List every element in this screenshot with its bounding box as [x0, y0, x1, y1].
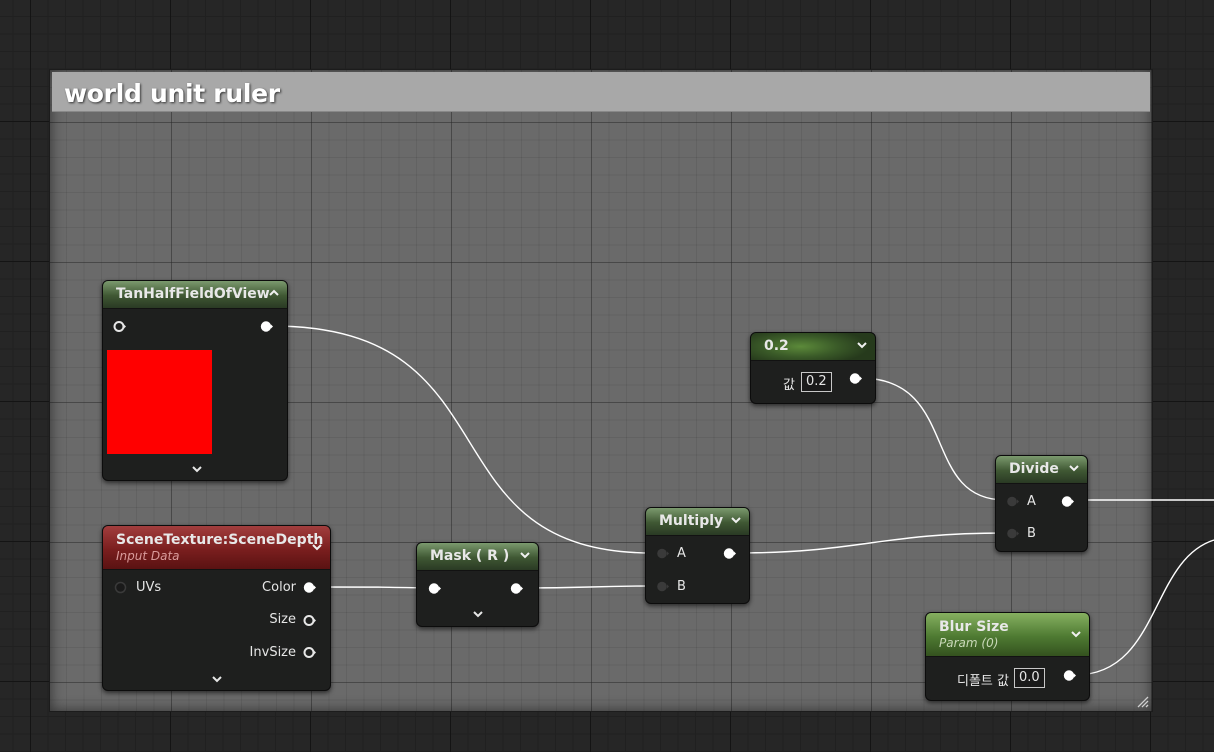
input-pin-icon[interactable]: [113, 320, 126, 333]
wire-color-to-mask: [315, 586, 429, 589]
pin-label-size: Size: [269, 612, 296, 627]
output-pin-color-icon[interactable]: [303, 581, 316, 594]
value-label: 값: [783, 378, 795, 393]
wire-blur-out: [1074, 539, 1214, 676]
node-title: 0.2: [764, 338, 789, 354]
output-pin-invsize-icon[interactable]: [303, 646, 316, 659]
pin-label-invsize: InvSize: [249, 645, 296, 660]
node-subtitle: Param (0): [939, 636, 999, 650]
node-title: Mask ( R ): [430, 548, 510, 564]
collapse-chevron-down-icon[interactable]: [1069, 627, 1083, 641]
input-pin-a-icon[interactable]: [1006, 495, 1019, 508]
collapse-chevron-down-icon[interactable]: [518, 548, 532, 562]
pin-label-a: A: [1027, 494, 1036, 509]
pin-label-b: B: [677, 579, 686, 594]
node-header[interactable]: Blur Size Param (0): [926, 613, 1089, 657]
node-header[interactable]: TanHalfFieldOfView: [103, 281, 287, 309]
node-header[interactable]: Divide: [996, 456, 1087, 484]
node-blur-size-param[interactable]: Blur Size Param (0) 디폴트 값 0.0: [925, 612, 1090, 701]
input-pin-icon[interactable]: [428, 582, 441, 595]
node-scene-texture-depth[interactable]: SceneTexture:SceneDepth Input Data UVs C…: [102, 525, 331, 691]
node-mask-r[interactable]: Mask ( R ): [416, 542, 539, 627]
node-header[interactable]: 0.2: [751, 333, 875, 361]
input-pin-b-icon[interactable]: [656, 580, 669, 593]
expand-chevron-down-icon[interactable]: [190, 465, 204, 475]
collapse-chevron-down-icon[interactable]: [1067, 461, 1081, 475]
pin-label-uvs: UVs: [136, 580, 162, 595]
pin-label-color: Color: [262, 580, 296, 595]
wire-multiply-to-divide-b: [734, 532, 1006, 554]
default-value-label: 디폴트 값: [957, 674, 1009, 689]
node-constant[interactable]: 0.2 값 0.2: [750, 332, 876, 404]
node-divide[interactable]: Divide A B: [995, 455, 1088, 552]
output-pin-icon[interactable]: [723, 547, 736, 560]
collapse-chevron-down-icon[interactable]: [729, 513, 743, 527]
node-title: Multiply: [659, 513, 724, 529]
output-pin-icon[interactable]: [1061, 495, 1074, 508]
output-pin-icon[interactable]: [849, 372, 862, 385]
input-pin-a-icon[interactable]: [656, 547, 669, 560]
preview-swatch: [107, 350, 212, 454]
output-pin-icon[interactable]: [510, 582, 523, 595]
default-value-field[interactable]: 0.0: [1014, 668, 1045, 688]
node-tan-half-field-of-view[interactable]: TanHalfFieldOfView: [102, 280, 288, 481]
node-header[interactable]: Multiply: [646, 508, 749, 536]
output-pin-size-icon[interactable]: [303, 614, 316, 627]
output-pin-icon[interactable]: [260, 320, 273, 333]
pin-label-a: A: [677, 546, 686, 561]
input-pin-uvs-icon[interactable]: [114, 581, 127, 594]
expand-chevron-down-icon[interactable]: [471, 610, 485, 620]
collapse-chevron-down-icon[interactable]: [310, 540, 324, 554]
node-title: Divide: [1009, 461, 1059, 477]
pin-label-b: B: [1027, 526, 1036, 541]
wire-const-to-divide-a: [859, 377, 1006, 501]
node-header[interactable]: SceneTexture:SceneDepth Input Data: [103, 526, 330, 570]
wire-mask-to-multiply-b: [521, 585, 657, 589]
node-title: TanHalfFieldOfView: [116, 286, 270, 302]
node-multiply[interactable]: Multiply A B: [645, 507, 750, 604]
collapse-chevron-up-icon[interactable]: [267, 286, 281, 300]
value-field[interactable]: 0.2: [801, 372, 832, 392]
expand-chevron-down-icon[interactable]: [210, 675, 224, 685]
node-header[interactable]: Mask ( R ): [417, 543, 538, 571]
wire-tan-to-multiply-a: [271, 325, 653, 554]
input-pin-b-icon[interactable]: [1006, 527, 1019, 540]
output-pin-icon[interactable]: [1063, 669, 1076, 682]
collapse-chevron-down-icon[interactable]: [855, 338, 869, 352]
